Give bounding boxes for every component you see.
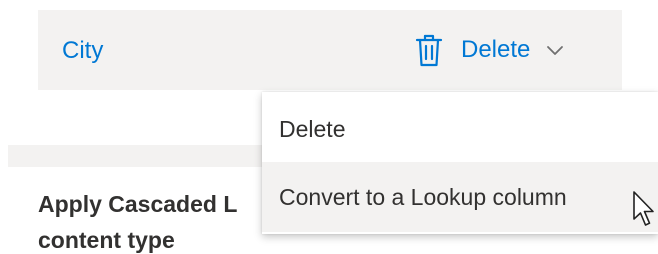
mouse-pointer-icon <box>633 191 654 226</box>
section-heading: Apply Cascaded L content type <box>38 191 237 253</box>
delete-dropdown-menu: Delete Convert to a Lookup column <box>262 92 658 234</box>
menu-item-delete[interactable]: Delete <box>262 94 658 164</box>
field-row-city: City Delete <box>38 10 622 90</box>
delete-dropdown-button[interactable]: Delete <box>415 31 564 69</box>
trash-icon <box>415 34 443 67</box>
field-name-link[interactable]: City <box>62 36 103 66</box>
delete-button-label: Delete <box>461 36 531 63</box>
content-types-panel: City Delete Apply Cascaded L content typ… <box>0 0 658 254</box>
menu-item-convert-to-lookup[interactable]: Convert to a Lookup column <box>262 162 658 232</box>
chevron-down-icon <box>547 46 564 55</box>
